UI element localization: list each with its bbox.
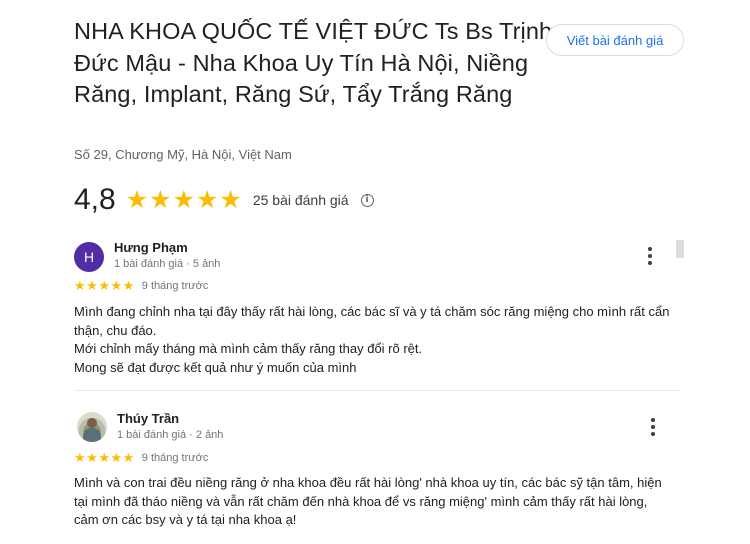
- review-divider: [74, 390, 680, 391]
- scrollbar-thumb[interactable]: [676, 240, 684, 258]
- star-icon: ★: [172, 185, 195, 214]
- info-icon[interactable]: i: [360, 193, 374, 207]
- review-text: Mình đang chỉnh nha tại đây thấy rất hài…: [74, 303, 674, 377]
- rating-stars: ★ ★ ★ ★ ★: [125, 185, 243, 214]
- avatar[interactable]: [77, 412, 107, 442]
- star-icon: ★: [98, 278, 110, 293]
- star-icon: ★: [219, 185, 242, 214]
- star-icon: ★: [125, 185, 149, 214]
- review-time: 9 tháng trước: [141, 279, 209, 292]
- star-icon: ★: [195, 185, 219, 214]
- review-text-line: Mình đang chỉnh nha tại đây thấy rất hài…: [74, 304, 670, 338]
- more-options-icon[interactable]: [648, 418, 658, 436]
- reviewer-meta: 1 bài đánh giá · 5 ảnh: [114, 258, 221, 270]
- review-rating-row: ★ ★ ★ ★ ★ 9 tháng trước: [74, 279, 208, 292]
- review-text-line: Mình và con trai đều niềng răng ở nha kh…: [74, 475, 662, 527]
- review-stars: ★ ★ ★ ★ ★: [74, 279, 135, 292]
- avatar[interactable]: H: [74, 242, 104, 272]
- star-icon: ★: [149, 185, 172, 214]
- star-icon: ★: [110, 278, 123, 293]
- star-icon: ★: [122, 278, 135, 293]
- star-icon: ★: [98, 450, 110, 465]
- review-time: 9 tháng trước: [141, 451, 209, 464]
- rating-summary: 4,8 ★ ★ ★ ★ ★ 25 bài đánh giá i: [74, 180, 374, 220]
- star-icon: ★: [74, 450, 86, 465]
- review-text-line: Mới chỉnh mấy tháng mà mình cảm thấy răn…: [74, 341, 423, 356]
- review-text-line: Mong sẽ đạt được kết quả như ý muốn của …: [74, 359, 357, 375]
- star-icon: ★: [74, 278, 86, 293]
- place-address: Số 29, Chương Mỹ, Hà Nội, Việt Nam: [74, 147, 292, 162]
- star-icon: ★: [110, 450, 123, 465]
- more-options-icon[interactable]: [645, 247, 655, 265]
- write-review-button[interactable]: Viết bài đánh giá: [546, 24, 684, 56]
- reviewer-name[interactable]: Hưng Phạm: [114, 240, 188, 255]
- review-count[interactable]: 25 bài đánh giá: [253, 192, 349, 208]
- review-text: Mình và con trai đều niềng răng ở nha kh…: [74, 474, 664, 530]
- review-stars: ★ ★ ★ ★ ★: [74, 451, 135, 464]
- review-card: Thúy Trần 1 bài đánh giá · 2 ảnh ★ ★ ★ ★…: [74, 411, 674, 541]
- star-icon: ★: [86, 450, 98, 465]
- star-icon: ★: [122, 450, 135, 465]
- review-rating-row: ★ ★ ★ ★ ★ 9 tháng trước: [74, 451, 208, 464]
- reviewer-meta: 1 bài đánh giá · 2 ảnh: [117, 429, 224, 441]
- star-icon: ★: [86, 278, 98, 293]
- place-title: NHA KHOA QUỐC TẾ VIỆT ĐỨC Ts Bs Trịnh Đứ…: [74, 18, 553, 107]
- reviewer-name[interactable]: Thúy Trần: [117, 411, 179, 426]
- review-card: H Hưng Phạm 1 bài đánh giá · 5 ảnh ★ ★ ★…: [74, 240, 674, 380]
- average-rating: 4,8: [74, 183, 116, 216]
